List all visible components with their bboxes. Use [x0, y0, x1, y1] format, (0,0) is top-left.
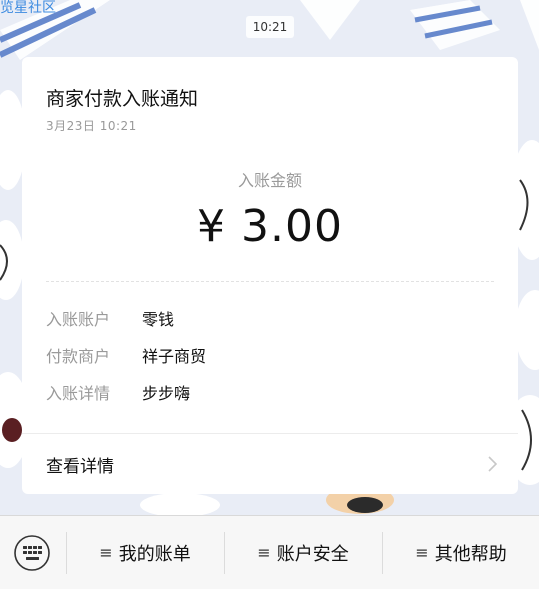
card-date: 3月23日 10:21: [46, 119, 137, 133]
menu-my-bill[interactable]: ≡ 我的账单: [67, 516, 223, 589]
info-key: 入账详情: [46, 384, 111, 403]
menu-account-security[interactable]: ≡ 账户安全: [225, 516, 381, 589]
menu-other-help[interactable]: ≡ 其他帮助: [383, 516, 539, 589]
keyboard-icon[interactable]: [13, 534, 51, 572]
info-key: 付款商户: [46, 347, 111, 366]
card-title: 商家付款入账通知: [46, 88, 199, 110]
payment-notification-card[interactable]: 商家付款入账通知 3月23日 10:21 入账金额 ¥ 3.00 入账账户 零钱…: [22, 57, 518, 494]
view-details-label: 查看详情: [46, 457, 114, 477]
menu-label: 我的账单: [118, 543, 191, 565]
menu-lines-icon: ≡: [99, 543, 113, 562]
amount-value: ¥ 3.00: [197, 201, 343, 252]
menu-lines-icon: ≡: [257, 543, 271, 562]
info-value: 步步嗨: [142, 384, 191, 403]
menu-lines-icon: ≡: [415, 543, 429, 562]
info-value: 祥子商贸: [142, 347, 207, 366]
chevron-right-icon: [488, 456, 498, 472]
dashed-divider: [46, 281, 494, 282]
info-value: 零钱: [142, 310, 175, 329]
bottom-menu-bar: ≡ 我的账单 ≡ 账户安全 ≡ 其他帮助: [0, 515, 539, 589]
amount-label: 入账金额: [237, 171, 302, 190]
info-key: 入账账户: [46, 310, 111, 329]
menu-label: 其他帮助: [434, 543, 507, 565]
menu-label: 账户安全: [276, 543, 349, 565]
chat-timestamp: 10:21: [246, 16, 294, 38]
watermark-text: 览星社区: [0, 0, 56, 16]
view-details-link[interactable]: 查看详情: [22, 434, 518, 494]
